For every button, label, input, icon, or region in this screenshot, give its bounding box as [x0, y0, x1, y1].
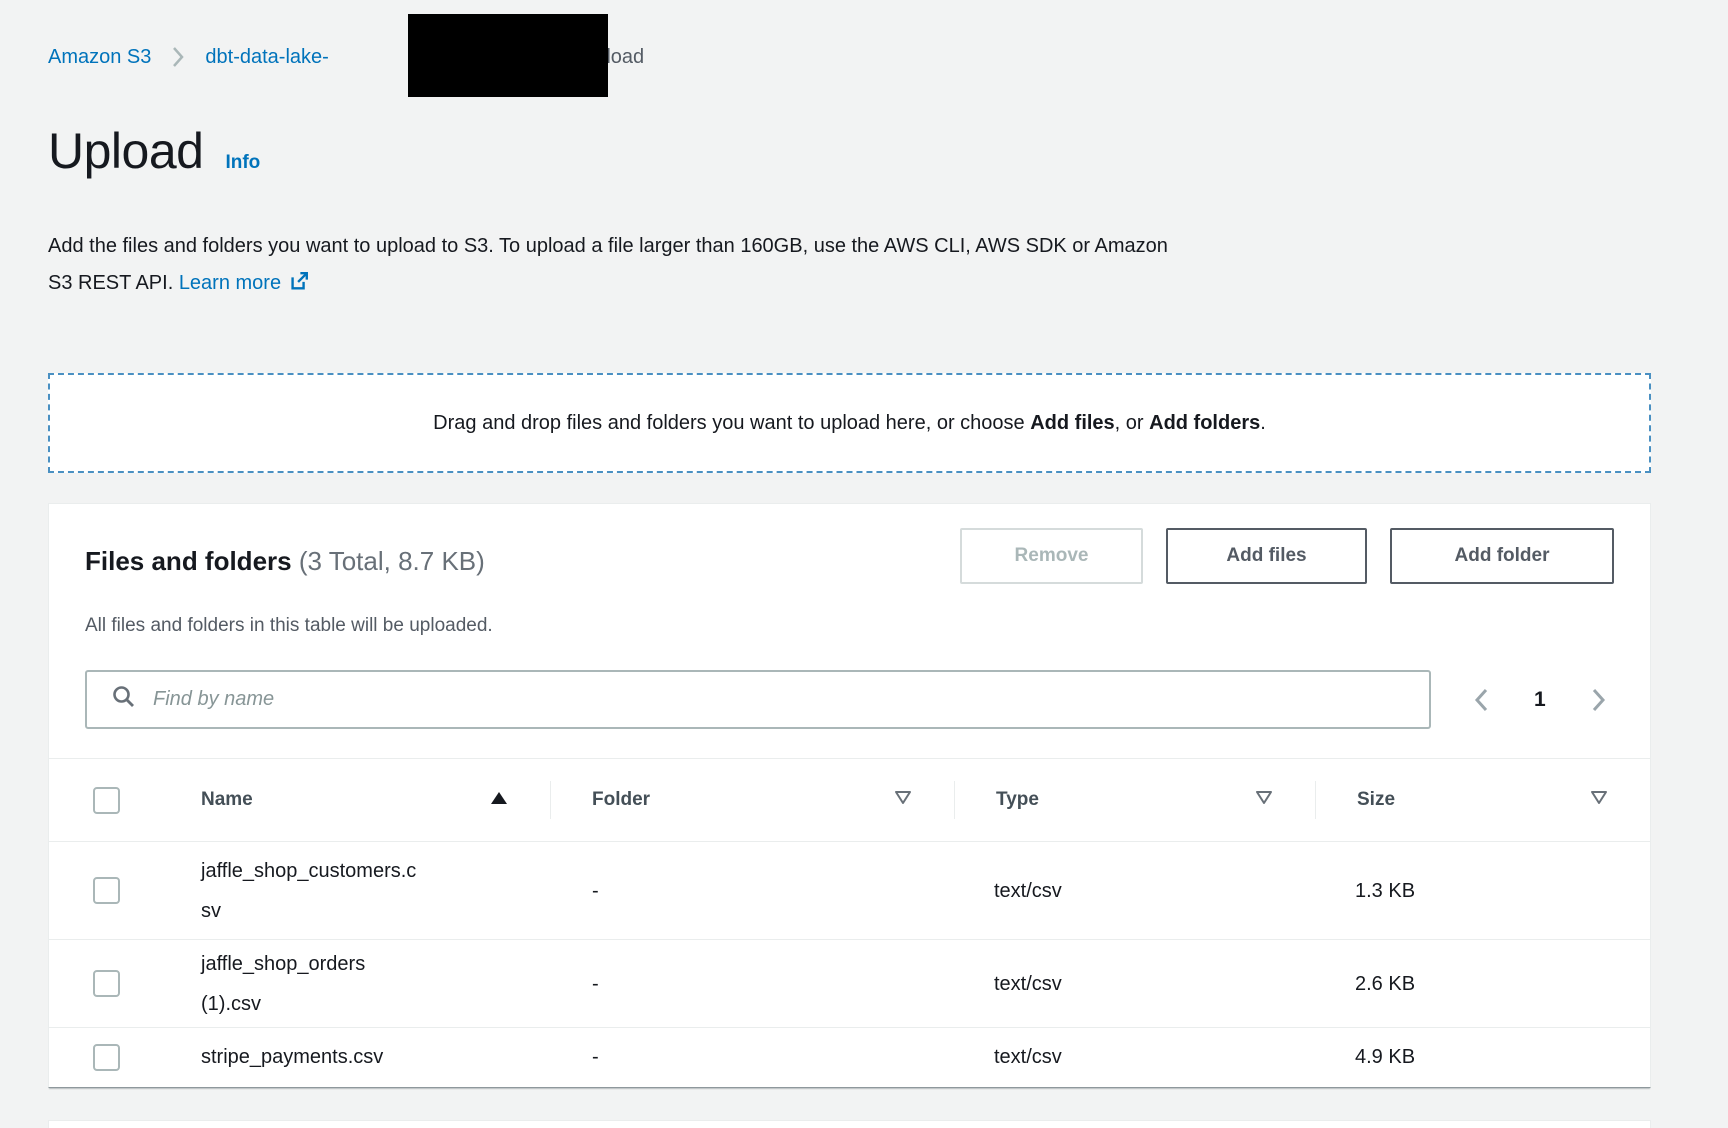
- cell-size: 1.3 KB: [1315, 871, 1650, 911]
- s3-upload-page: Amazon S3 dbt-data-lake- Upload Upload I…: [0, 0, 1728, 1128]
- panel-actions: Remove Add files Add folder: [960, 528, 1614, 584]
- column-label-size: Size: [1357, 789, 1395, 811]
- column-label-name: Name: [201, 789, 253, 811]
- pagination-page-number[interactable]: 1: [1534, 688, 1546, 712]
- cell-name: jaffle_shop_customers.c sv: [159, 851, 550, 931]
- search-box: [85, 670, 1431, 729]
- cell-name: stripe_payments.csv: [159, 1037, 550, 1077]
- dropzone-text: Drag and drop files and folders you want…: [433, 412, 1266, 435]
- breadcrumb-link-bucket[interactable]: dbt-data-lake-: [205, 44, 328, 70]
- column-header-folder[interactable]: Folder: [550, 759, 954, 841]
- column-label-type: Type: [996, 789, 1039, 811]
- intro-text: Add the files and folders you want to up…: [48, 228, 1608, 305]
- row-checkbox[interactable]: [93, 1044, 120, 1071]
- table-header-row: Name Folder Type: [49, 759, 1650, 842]
- redaction-overlay: [408, 14, 608, 97]
- pagination-prev-button[interactable]: [1473, 686, 1490, 714]
- cell-type: text/csv: [954, 871, 1315, 911]
- cell-type: text/csv: [954, 1037, 1315, 1077]
- table-row: jaffle_shop_orders (1).csv - text/csv 2.…: [49, 940, 1650, 1028]
- remove-button[interactable]: Remove: [960, 528, 1143, 584]
- cell-folder: -: [550, 871, 954, 911]
- filter-icon[interactable]: [894, 789, 912, 811]
- search-input[interactable]: [153, 672, 1413, 727]
- page-title: Upload: [48, 120, 203, 182]
- search-icon: [111, 684, 153, 715]
- external-link-icon: [288, 275, 310, 297]
- table-row: stripe_payments.csv - text/csv 4.9 KB: [49, 1028, 1650, 1086]
- sort-asc-icon[interactable]: [490, 789, 508, 811]
- cell-folder: -: [550, 1037, 954, 1077]
- info-link[interactable]: Info: [225, 152, 260, 174]
- cell-size: 2.6 KB: [1315, 964, 1650, 1004]
- pagination-next-button[interactable]: [1590, 686, 1607, 714]
- panel-count-value: (3 Total, 8.7 KB): [299, 546, 485, 576]
- column-header-name[interactable]: Name: [159, 759, 550, 841]
- cell-folder: -: [550, 964, 954, 1004]
- add-files-button[interactable]: Add files: [1166, 528, 1367, 584]
- intro-line1: Add the files and folders you want to up…: [48, 235, 1168, 257]
- select-all-checkbox[interactable]: [93, 787, 120, 814]
- filter-icon[interactable]: [1590, 789, 1608, 811]
- column-header-size[interactable]: Size: [1315, 759, 1650, 841]
- add-folder-button[interactable]: Add folder: [1390, 528, 1614, 584]
- panel-subtitle: All files and folders in this table will…: [85, 612, 493, 640]
- column-label-folder: Folder: [592, 789, 650, 811]
- row-checkbox[interactable]: [93, 877, 120, 904]
- pagination: 1: [1473, 670, 1607, 729]
- title-row: Upload Info: [48, 120, 260, 182]
- column-header-type[interactable]: Type: [954, 759, 1315, 841]
- cell-type: text/csv: [954, 964, 1315, 1004]
- cell-name: jaffle_shop_orders (1).csv: [159, 944, 550, 1024]
- select-all-cell: [49, 759, 159, 841]
- panel-heading: Files and folders (3 Total, 8.7 KB): [85, 542, 485, 580]
- next-panel-edge: [48, 1120, 1651, 1128]
- intro-line2: S3 REST API.: [48, 272, 173, 294]
- upload-dropzone[interactable]: Drag and drop files and folders you want…: [48, 373, 1651, 473]
- breadcrumb-chevron-icon: [171, 45, 185, 69]
- files-table: Name Folder Type: [49, 758, 1650, 1086]
- breadcrumb-link-amazon-s3[interactable]: Amazon S3: [48, 44, 151, 70]
- cell-size: 4.9 KB: [1315, 1037, 1650, 1077]
- row-checkbox[interactable]: [93, 970, 120, 997]
- filter-icon[interactable]: [1255, 789, 1273, 811]
- learn-more-link[interactable]: Learn more: [179, 272, 281, 294]
- panel-title: Files and folders: [85, 546, 292, 576]
- table-row: jaffle_shop_customers.c sv - text/csv 1.…: [49, 842, 1650, 940]
- files-panel: Files and folders (3 Total, 8.7 KB) All …: [48, 503, 1651, 1088]
